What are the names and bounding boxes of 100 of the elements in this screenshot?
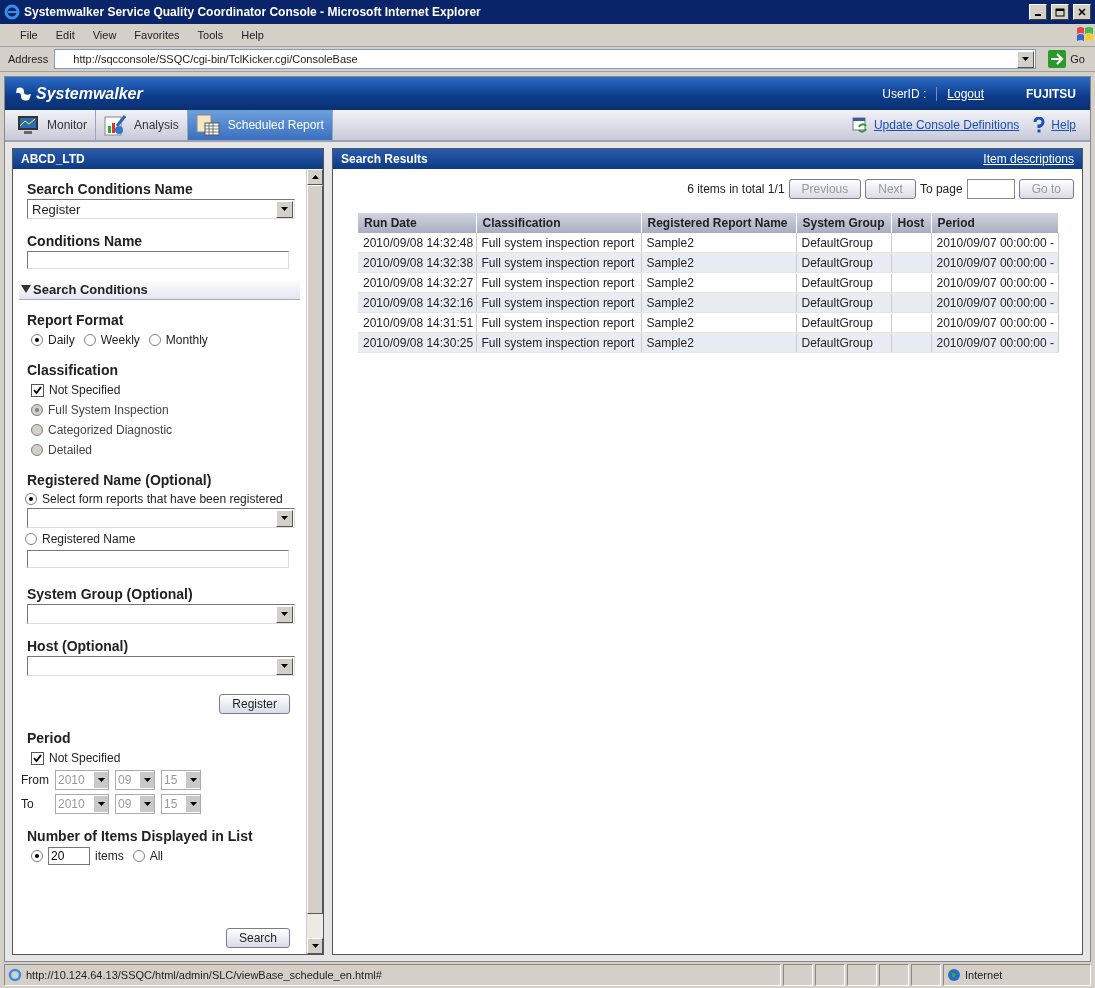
table-cell: 2010/09/07 00:00:00 - [931, 233, 1058, 253]
table-cell: 2010/09/08 14:31:51 [358, 312, 476, 333]
dropdown[interactable] [27, 508, 295, 528]
header-link[interactable]: Help [1033, 117, 1076, 133]
input-field[interactable] [27, 550, 289, 568]
field-label: System Group (Optional) [27, 586, 194, 602]
tab[interactable]: Scheduled Report [187, 110, 333, 140]
menu-item[interactable]: View [84, 27, 125, 43]
date-label: To [21, 797, 35, 811]
arrow-right-icon [1048, 50, 1067, 68]
logout-link[interactable]: Logout [936, 86, 994, 101]
monitor-chart-icon [17, 115, 39, 135]
radio-button[interactable] [83, 334, 96, 346]
vendor-logo: FUJITSU [1026, 86, 1076, 101]
menu-item[interactable]: Tools [189, 27, 232, 43]
table-cell: 2010/09/08 14:32:27 [358, 272, 476, 293]
menu-item[interactable]: Help [233, 27, 272, 43]
table-cell: DefaultGroup [796, 233, 891, 253]
window-title: Systemwalker Service Quality Coordinator Console - Microsoft Internet Explorer [24, 5, 482, 19]
option-label: Daily [48, 333, 75, 347]
option-label: Weekly [100, 333, 140, 347]
option-label: All [149, 849, 163, 863]
status-pane [879, 964, 909, 986]
option-label: Categorized Diagnostic [48, 423, 173, 437]
go-button[interactable]: Go [1042, 50, 1091, 68]
option-label: Registered Name [42, 532, 136, 546]
help-icon [1033, 117, 1046, 133]
brand-logo: Systemwalker [15, 84, 143, 103]
option-label: Detailed [48, 443, 93, 457]
input-field[interactable] [27, 251, 289, 269]
browser-logo-icon [4, 4, 20, 20]
status-pane [815, 964, 845, 986]
status-url: http://10.124.64.13/SSQC/html/admin/SLC/viewBase_schedule_en.html# [4, 964, 781, 986]
table-cell [891, 233, 931, 253]
radio-button[interactable] [25, 533, 37, 545]
column-header[interactable]: Registered Report Name [641, 213, 796, 233]
table-cell: Sample2 [641, 233, 796, 253]
panel-title: ABCD_LTD [13, 149, 323, 169]
radio-button[interactable] [31, 850, 43, 862]
refresh-icon [851, 117, 868, 133]
column-header[interactable]: Classification [476, 213, 641, 233]
radio-button[interactable] [148, 334, 161, 346]
panel-title: Search Results [341, 152, 428, 166]
address-label: Address [8, 53, 49, 65]
calendar-icon [195, 114, 220, 136]
register-button[interactable]: Register [219, 694, 290, 714]
field-label: Search Conditions Name [27, 181, 194, 197]
menu-item[interactable]: Favorites [126, 27, 188, 43]
option-label: Monthly [165, 333, 208, 347]
section-header[interactable]: Search Conditions [19, 279, 300, 300]
field-label: Classification [27, 362, 120, 378]
option-label: Full System Inspection [48, 403, 169, 417]
status-pane [783, 964, 813, 986]
address-field[interactable]: http://sqcconsole/SSQC/cgi-bin/TclKicker.cgi/ConsoleBase [54, 49, 1037, 69]
radio-button[interactable] [25, 493, 37, 505]
field-label: Host (Optional) [27, 638, 130, 654]
item-descriptions-link[interactable]: Item descriptions [983, 152, 1074, 166]
column-header[interactable]: Host [891, 213, 931, 233]
option-label: Not Specified [49, 751, 121, 765]
dropdown[interactable] [27, 656, 295, 676]
table-cell: 2010/09/08 14:30:25 [358, 332, 476, 353]
status-zone: Internet [943, 964, 1091, 986]
page-input[interactable] [966, 179, 1015, 199]
radio-button[interactable] [132, 850, 145, 862]
table-cell: Full system inspection report [476, 233, 641, 253]
field-label: Number of Items Displayed in List [27, 828, 254, 844]
menu-item[interactable]: File [12, 27, 46, 43]
count-input[interactable]: 20 [48, 847, 90, 865]
maximize-button[interactable] [1051, 4, 1069, 20]
option-label: Select form reports that have been registered [42, 492, 283, 506]
dropdown[interactable]: Register [27, 199, 295, 219]
option-label: Not Specified [49, 383, 121, 397]
dropdown[interactable] [27, 604, 295, 624]
search-button[interactable]: Search [225, 928, 290, 948]
field-label: Period [27, 730, 72, 746]
date-label: From [21, 773, 49, 787]
field-label: Report Format [27, 312, 125, 328]
field-label: Registered Name (Optional) [27, 472, 213, 488]
triangle-icon [21, 285, 31, 293]
table-cell: 2010/09/08 14:32:38 [358, 252, 476, 273]
unit-label: items [95, 849, 124, 863]
close-icon [1078, 8, 1086, 16]
minimize-button[interactable] [1029, 4, 1047, 20]
header-link[interactable]: Update Console Definitions [851, 117, 1020, 133]
user-id-label: UserID : [881, 86, 928, 101]
field-label: Conditions Name [27, 233, 144, 249]
column-header[interactable]: Period [931, 213, 1058, 233]
tab[interactable]: Monitor [9, 110, 96, 140]
menu-item[interactable]: Edit [47, 27, 83, 43]
column-header[interactable]: System Group [796, 213, 891, 233]
result-count: 6 items in total 1/1 [687, 182, 785, 196]
page-icon [8, 968, 22, 982]
tab[interactable]: Analysis [96, 110, 188, 140]
radio-button[interactable] [31, 334, 43, 346]
column-header[interactable]: Run Date [358, 213, 476, 233]
table-cell: 2010/09/08 14:32:48 [358, 233, 476, 253]
status-pane [847, 964, 877, 986]
status-pane [911, 964, 941, 986]
table-cell: 2010/09/08 14:32:16 [358, 292, 476, 313]
close-button[interactable] [1073, 4, 1091, 20]
